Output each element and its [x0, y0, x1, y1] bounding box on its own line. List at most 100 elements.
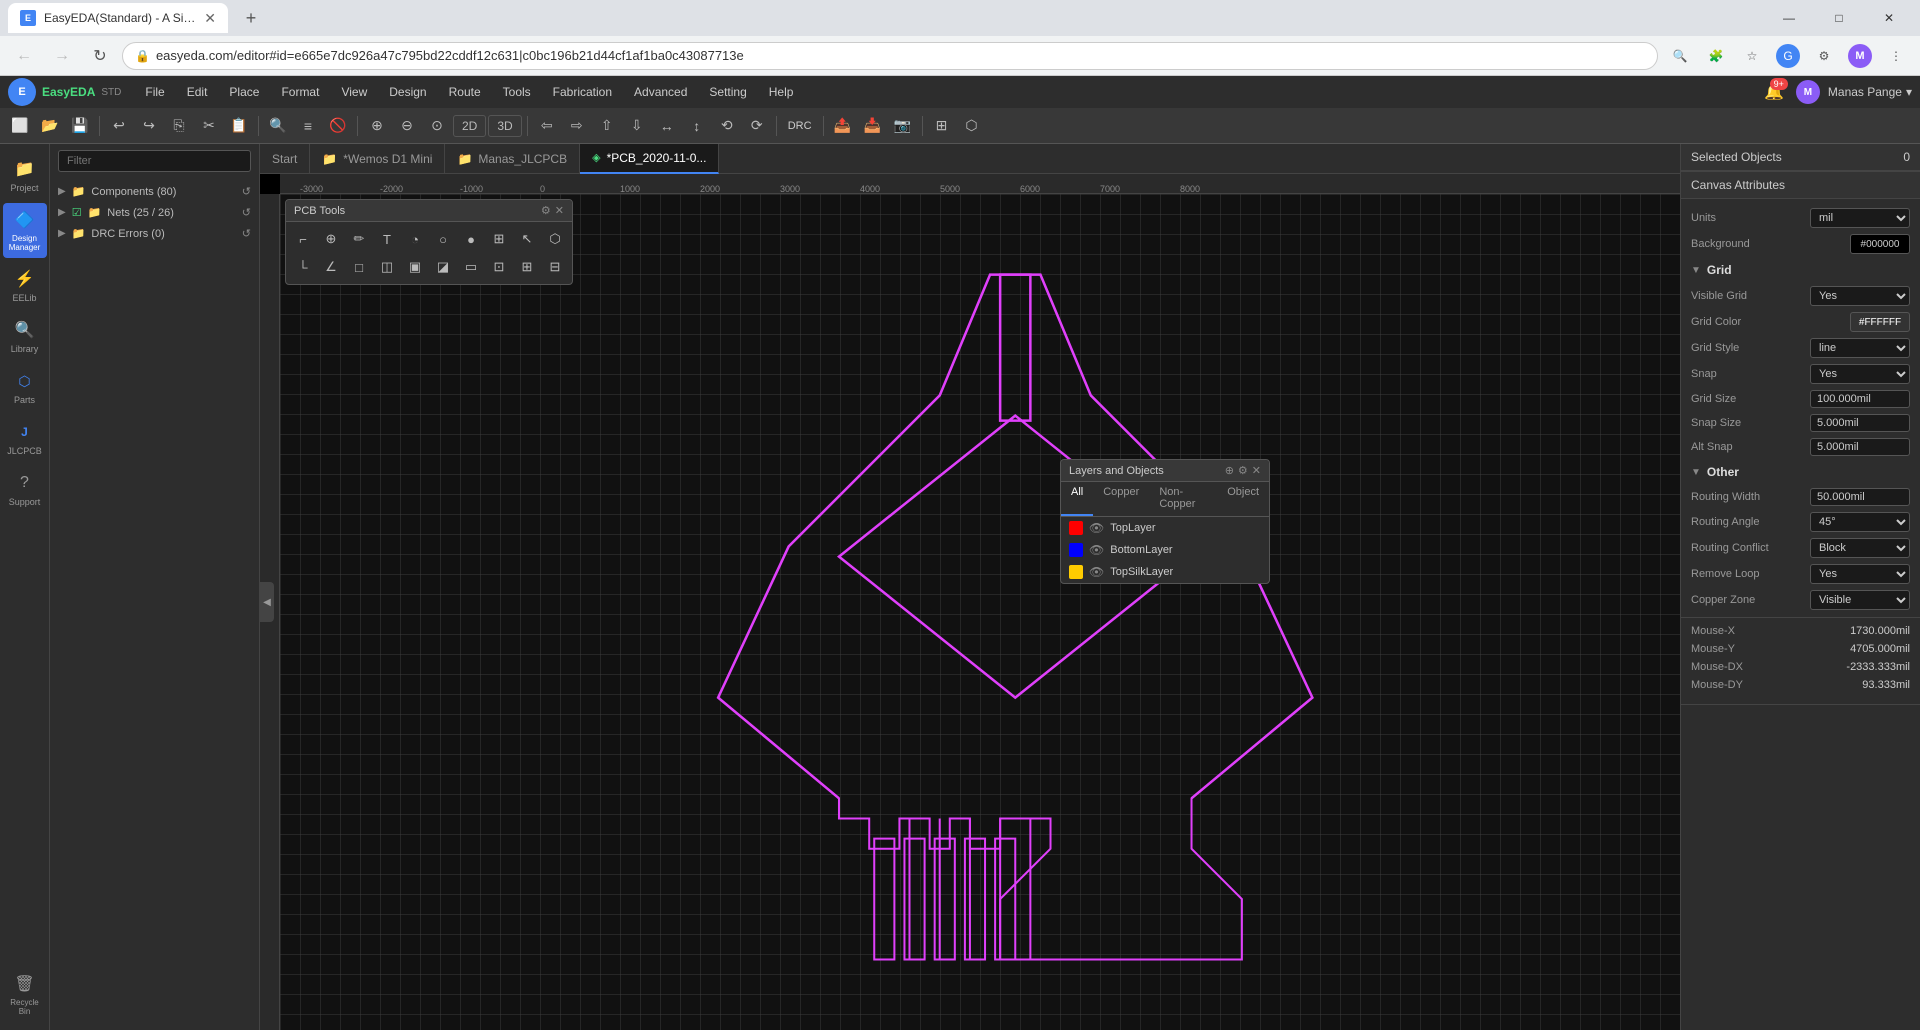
toolbar-btn3[interactable]: ⇧ — [593, 112, 621, 140]
pcb-tool-import[interactable]: ⊞ — [514, 254, 540, 280]
nets-refresh-icon[interactable]: ↺ — [242, 206, 251, 219]
toolbar-list-button[interactable]: ≡ — [294, 112, 322, 140]
pcb-tool-route[interactable]: ⌐ — [290, 226, 316, 252]
pcb-tools-settings-icon[interactable]: ⚙ — [541, 204, 551, 217]
sidebar-item-parts[interactable]: ⬡ Parts — [3, 364, 47, 411]
toolbar-btn8[interactable]: ⟳ — [743, 112, 771, 140]
layers-expand-icon[interactable]: ⊕ — [1225, 464, 1234, 477]
drc-refresh-icon[interactable]: ↺ — [242, 227, 251, 240]
back-button[interactable]: ← — [8, 40, 40, 72]
refresh-button[interactable]: ↻ — [84, 40, 116, 72]
sidebar-item-recycle-bin[interactable]: 🗑 Recycle Bin — [3, 967, 47, 1022]
layers-settings-icon[interactable]: ⚙ — [1238, 464, 1248, 477]
panel-item-components[interactable]: ▶ 📁 Components (80) ↺ — [50, 182, 259, 201]
user-profile-button[interactable]: M — [1844, 40, 1876, 72]
layer-tab-all[interactable]: All — [1061, 482, 1093, 516]
browser-tab[interactable]: E EasyEDA(Standard) - A Simple an ✕ — [8, 3, 228, 33]
menu-tools[interactable]: Tools — [493, 81, 541, 103]
pcb-tool-fill[interactable]: ● — [458, 226, 484, 252]
pcb-tool-rect[interactable]: □ — [346, 254, 372, 280]
extension2-button[interactable]: ⚙ — [1808, 40, 1840, 72]
toolbar-zoom-in-button[interactable]: ⊕ — [363, 112, 391, 140]
toolbar-new-button[interactable]: ⬜ — [6, 112, 34, 140]
notification-button[interactable]: 🔔 9+ — [1760, 78, 1788, 106]
toolbar-btn1[interactable]: ⇦ — [533, 112, 561, 140]
menu-design[interactable]: Design — [379, 81, 436, 103]
grid-size-input[interactable] — [1810, 390, 1910, 408]
bottom-layer-eye-icon[interactable]: 👁 — [1089, 543, 1104, 557]
profile-button[interactable]: G — [1772, 40, 1804, 72]
toolbar-redo-button[interactable]: ↪ — [135, 112, 163, 140]
toolbar-2d-button[interactable]: 2D — [453, 115, 486, 137]
sidebar-item-eelib[interactable]: ⚡ EELib — [3, 262, 47, 309]
pcb-tool-circle[interactable]: ○ — [430, 226, 456, 252]
pcb-tool-place[interactable]: ▣ — [402, 254, 428, 280]
layer-row-topsilk[interactable]: 👁 TopSilkLayer — [1061, 561, 1269, 583]
toolbar-search-button[interactable]: 🔍 — [264, 112, 292, 140]
components-refresh-icon[interactable]: ↺ — [242, 185, 251, 198]
minimize-button[interactable]: — — [1766, 3, 1812, 33]
pcb-tool-line[interactable]: └ — [290, 254, 316, 280]
toolbar-paste-button[interactable]: 📋 — [225, 112, 253, 140]
toolbar-btn2[interactable]: ⇨ — [563, 112, 591, 140]
toolbar-cut-button[interactable]: ✂ — [195, 112, 223, 140]
toolbar-camera-button[interactable]: 📷 — [889, 112, 917, 140]
sidebar-item-jlcpcb[interactable]: J JLCPCB — [3, 415, 47, 462]
toolbar-3d-button[interactable]: 3D — [488, 115, 521, 137]
pcb-tool-board[interactable]: ▭ — [458, 254, 484, 280]
pcb-tool-drc2[interactable]: ⊟ — [542, 254, 568, 280]
routing-angle-select[interactable]: 45° 90° Any — [1810, 512, 1910, 532]
pcb-tool-arc[interactable]: ◔ — [402, 226, 428, 252]
canvas-area[interactable]: -3000 -2000 -1000 0 1000 2000 3000 4000 … — [260, 174, 1680, 1030]
sidebar-item-support[interactable]: ? Support — [3, 466, 47, 513]
canvas-grid[interactable] — [280, 194, 1680, 1030]
snap-select[interactable]: Yes No — [1810, 364, 1910, 384]
toolbar-drc-button[interactable]: DRC — [782, 112, 818, 140]
toolbar-copy-button[interactable]: ⎘ — [165, 112, 193, 140]
pcb-tool-measure[interactable]: ↖ — [514, 226, 540, 252]
toolbar-zoom-out-button[interactable]: ⊖ — [393, 112, 421, 140]
routing-width-input[interactable] — [1810, 488, 1910, 506]
pcb-tool-angle[interactable]: ∠ — [318, 254, 344, 280]
layers-close-icon[interactable]: ✕ — [1252, 464, 1261, 477]
pcb-tool-text[interactable]: T — [374, 226, 400, 252]
snap-size-input[interactable] — [1810, 414, 1910, 432]
copper-zone-select[interactable]: Visible Hidden — [1810, 590, 1910, 610]
menu-fabrication[interactable]: Fabrication — [543, 81, 622, 103]
grid-color-picker[interactable]: #FFFFFF — [1850, 312, 1910, 332]
forward-button[interactable]: → — [46, 40, 78, 72]
menu-place[interactable]: Place — [219, 81, 269, 103]
tab-close-button[interactable]: ✕ — [204, 10, 216, 27]
tab-wemos[interactable]: 📁 *Wemos D1 Mini — [310, 144, 445, 174]
menu-format[interactable]: Format — [271, 81, 329, 103]
menu-edit[interactable]: Edit — [177, 81, 218, 103]
menu-setting[interactable]: Setting — [699, 81, 756, 103]
more-options-button[interactable]: ⋮ — [1880, 40, 1912, 72]
layer-row-bottom[interactable]: 👁 BottomLayer — [1061, 539, 1269, 561]
address-bar[interactable]: 🔒 easyeda.com/editor#id=e665e7dc926a47c7… — [122, 42, 1658, 70]
pcb-tool-copper[interactable]: ⊞ — [486, 226, 512, 252]
toolbar-open-button[interactable]: 📂 — [36, 112, 64, 140]
toolbar-btn6[interactable]: ↕ — [683, 112, 711, 140]
units-select[interactable]: mil mm — [1810, 208, 1910, 228]
layer-tab-copper[interactable]: Copper — [1093, 482, 1149, 516]
extension-button[interactable]: 🧩 — [1700, 40, 1732, 72]
toolbar-export-button[interactable]: 📤 — [829, 112, 857, 140]
toolbar-undo-button[interactable]: ↩ — [105, 112, 133, 140]
toolbar-btn7[interactable]: ⟲ — [713, 112, 741, 140]
pcb-tool-keepout[interactable]: ◫ — [374, 254, 400, 280]
pcb-tools-close-icon[interactable]: ✕ — [555, 204, 564, 217]
tab-pcb[interactable]: ◈ *PCB_2020-11-0... — [580, 144, 719, 174]
layer-tab-object[interactable]: Object — [1217, 482, 1269, 516]
toolbar-share-button[interactable]: ⬡ — [958, 112, 986, 140]
alt-snap-input[interactable] — [1810, 438, 1910, 456]
toolbar-zoom-fit-button[interactable]: ⊙ — [423, 112, 451, 140]
filter-input[interactable] — [58, 150, 251, 172]
toolbar-import-button[interactable]: 📥 — [859, 112, 887, 140]
user-menu-button[interactable]: Manas Pange ▾ — [1828, 85, 1912, 99]
top-layer-eye-icon[interactable]: 👁 — [1089, 521, 1104, 535]
sidebar-item-design-manager[interactable]: 🔷 Design Manager — [3, 203, 47, 258]
maximize-button[interactable]: □ — [1816, 3, 1862, 33]
visible-grid-select[interactable]: Yes No — [1810, 286, 1910, 306]
panel-item-nets[interactable]: ▶ ☑ 📁 Nets (25 / 26) ↺ — [50, 203, 259, 222]
